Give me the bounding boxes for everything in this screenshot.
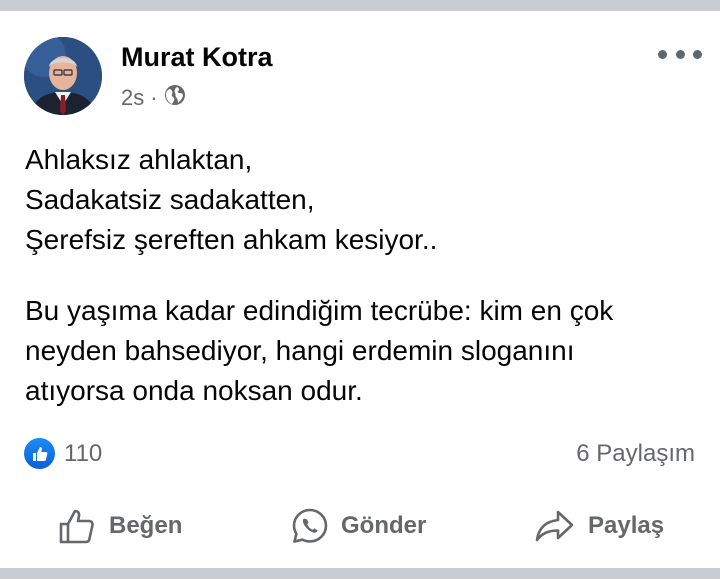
share-arrow-icon (535, 510, 574, 542)
post-card: Murat Kotra 2s · Ahlaksız ahlaktan, Sada… (0, 11, 720, 568)
reaction-summary[interactable]: 110 (24, 438, 102, 469)
whatsapp-icon (292, 508, 328, 543)
thumbs-up-icon (59, 509, 94, 544)
more-dot (675, 49, 685, 59)
post-text-line: neyden bahsediyor, hangi erdemin sloganı… (25, 335, 575, 366)
send-button[interactable]: Gönder (291, 504, 426, 548)
avatar[interactable] (24, 37, 102, 115)
like-label: Beğen (109, 512, 183, 539)
post-text-line: Bu yaşıma kadar edindiğim tecrübe: kim e… (25, 295, 614, 326)
post-text-line: Sadakatsiz sadakatten, (25, 184, 315, 215)
like-icon (24, 438, 55, 469)
post-time[interactable]: 2s (121, 85, 144, 111)
share-count[interactable]: 6 Paylaşım (576, 438, 695, 469)
send-label: Gönder (341, 512, 427, 539)
share-button[interactable]: Paylaş (534, 504, 664, 548)
more-options-icon[interactable] (658, 47, 702, 61)
post-meta: 2s · (121, 85, 186, 111)
more-dot (693, 49, 702, 59)
post-text: Ahlaksız ahlaktan, Sadakatsiz sadakatten… (25, 140, 705, 411)
share-label: Paylaş (588, 512, 665, 539)
globe-icon (164, 84, 186, 112)
reaction-count: 110 (64, 439, 103, 467)
post-text-line: atıyorsa onda noksan odur. (25, 375, 363, 406)
post-text-line: Şerefsiz şereften ahkam kesiyor.. (25, 224, 438, 255)
meta-separator: · (150, 85, 158, 110)
more-dot (658, 49, 667, 59)
action-bar: Beğen Gönder Paylaş (0, 504, 720, 548)
post-author[interactable]: Murat Kotra (121, 42, 273, 73)
like-button[interactable]: Beğen (57, 504, 182, 548)
post-text-line: Ahlaksız ahlaktan, (25, 144, 253, 175)
